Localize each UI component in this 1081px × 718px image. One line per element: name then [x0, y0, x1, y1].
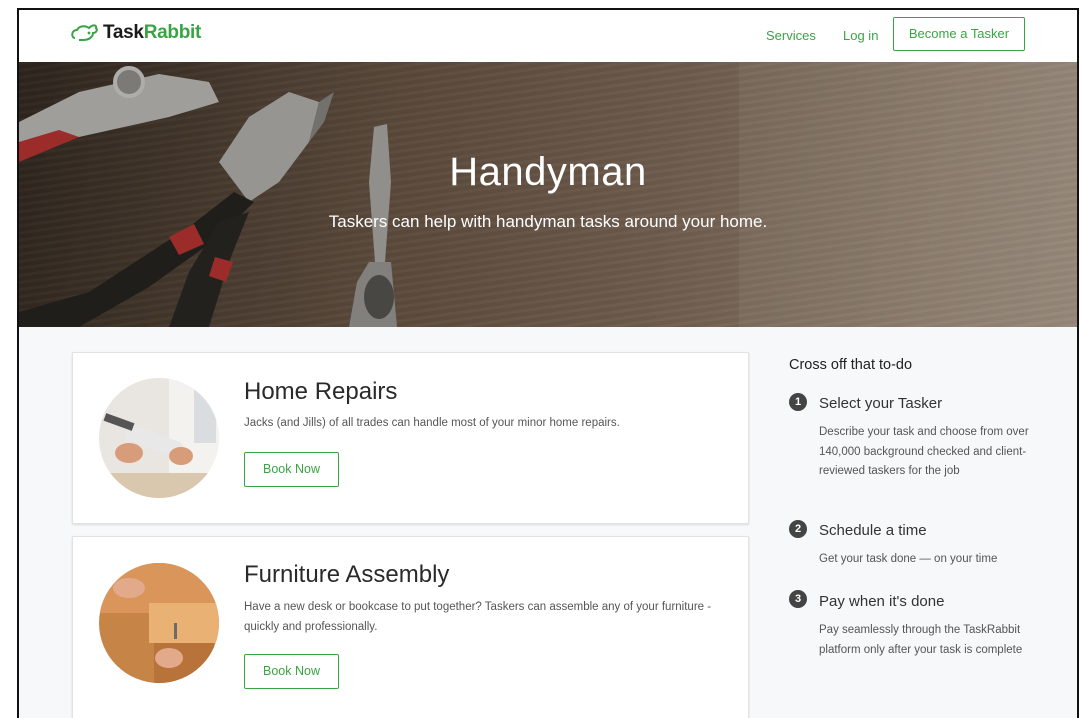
card-title-furniture-assembly: Furniture Assembly	[244, 561, 450, 588]
taskrabbit-logo[interactable]: Task Rabbit	[69, 22, 201, 44]
top-nav-bar: Task Rabbit Services Log in Become a Task…	[19, 10, 1077, 63]
service-card-home-repairs: Home Repairs Jacks (and Jills) of all tr…	[72, 352, 749, 524]
card-desc-furniture-assembly: Have a new desk or bookcase to put toget…	[244, 601, 712, 633]
sidebar-heading: Cross off that to-do	[789, 357, 913, 373]
furniture-assembly-illustration	[99, 563, 219, 683]
nav-login-link[interactable]: Log in	[843, 28, 878, 43]
logo-text-rabbit: Rabbit	[143, 22, 202, 43]
step-1-number-badge: 1	[789, 393, 807, 411]
become-tasker-button[interactable]: Become a Tasker	[893, 17, 1025, 51]
step-3-description: Pay seamlessly through the TaskRabbit pl…	[819, 624, 1023, 656]
hero-subtitle: Taskers can help with handyman tasks aro…	[328, 212, 768, 231]
book-now-button-home-repairs[interactable]: Book Now	[244, 452, 339, 487]
caulking-gun-illustration	[99, 378, 219, 498]
step-2-title: Schedule a time	[819, 522, 927, 539]
step-3-title: Pay when it's done	[819, 593, 945, 610]
step-1-title: Select your Tasker	[819, 395, 943, 412]
book-now-button-furniture-assembly[interactable]: Book Now	[244, 654, 339, 689]
step-1-description: Describe your task and choose from over …	[819, 426, 1029, 477]
step-3-number-badge: 3	[789, 590, 807, 608]
home-repairs-image	[99, 378, 219, 498]
logo-text-task: Task	[103, 22, 144, 43]
step-2-description: Get your task done — on your time	[819, 553, 998, 565]
rabbit-logo-icon	[71, 24, 98, 41]
service-card-furniture-assembly: Furniture Assembly Have a new desk or bo…	[72, 536, 749, 718]
browser-frame: Task Rabbit Services Log in Become a Task…	[17, 8, 1079, 718]
nav-services-link[interactable]: Services	[766, 28, 816, 43]
step-2-number-badge: 2	[789, 520, 807, 538]
card-desc-home-repairs: Jacks (and Jills) of all trades can hand…	[244, 417, 620, 429]
hero-banner: Handyman Taskers can help with handyman …	[19, 62, 1077, 327]
hero-title: Handyman	[449, 150, 647, 194]
card-title-home-repairs: Home Repairs	[244, 378, 398, 405]
furniture-assembly-image	[99, 563, 219, 683]
